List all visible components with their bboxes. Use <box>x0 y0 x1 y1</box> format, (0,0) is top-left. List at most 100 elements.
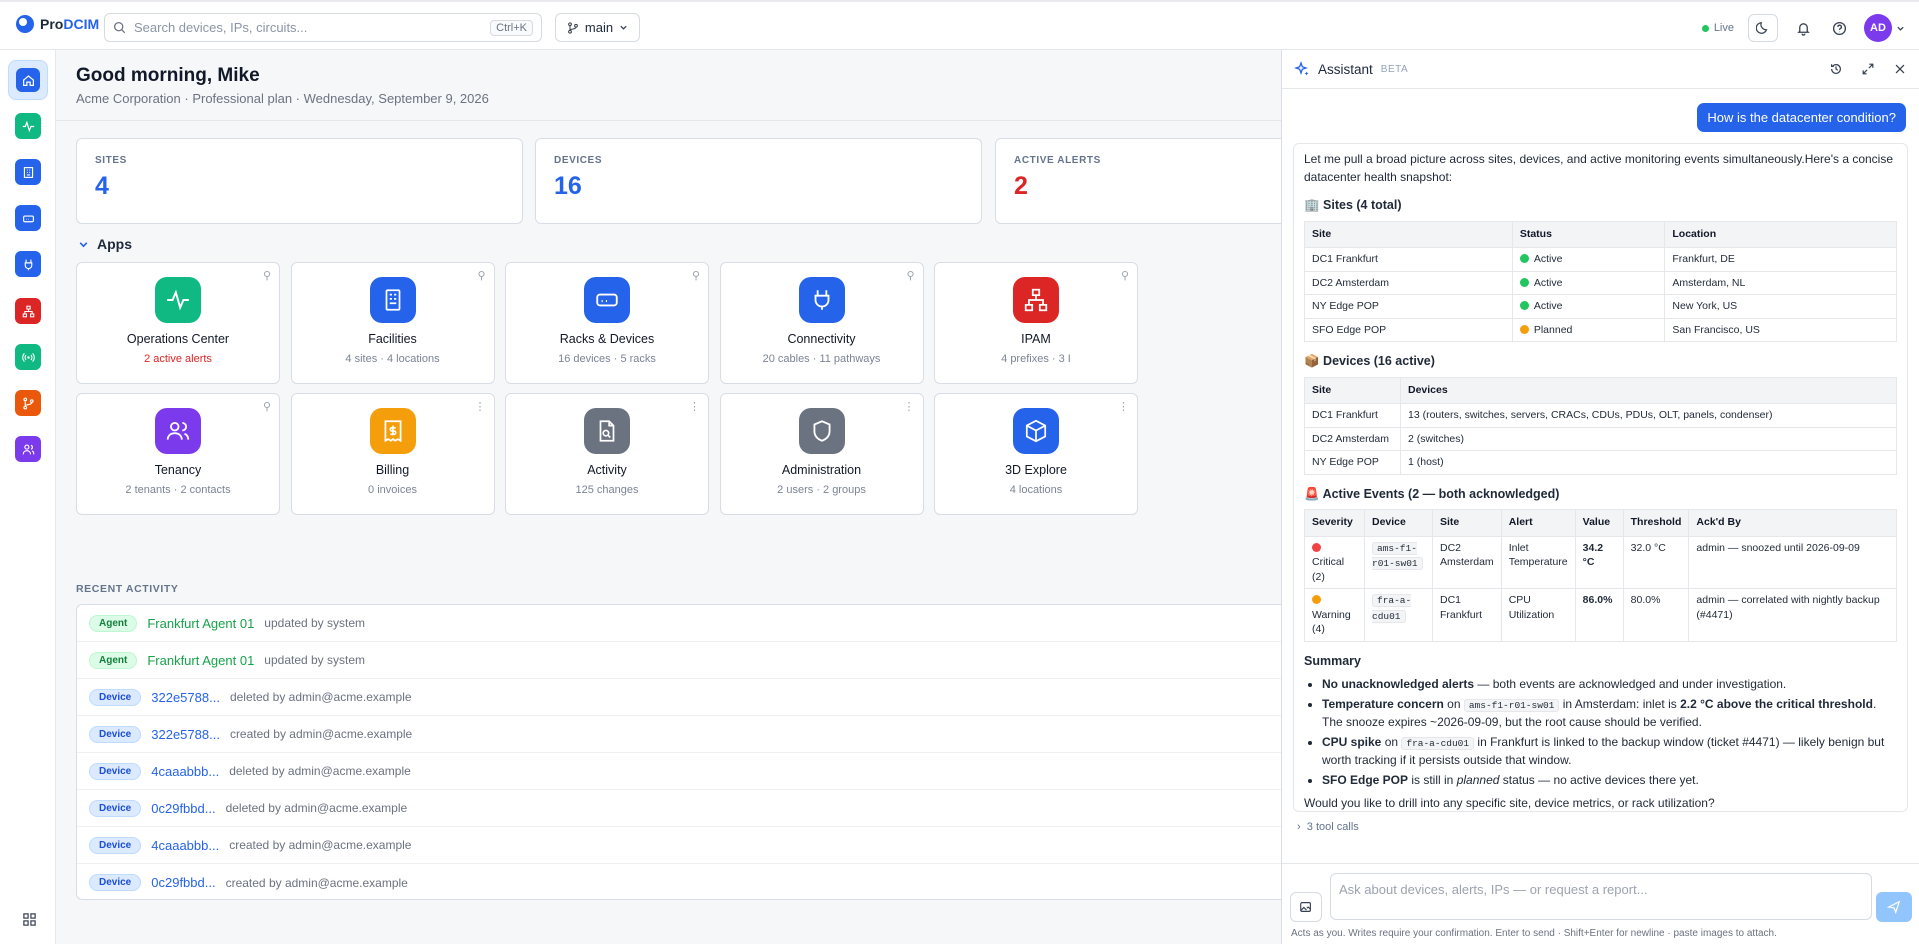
stat-value: 2 <box>1014 172 1028 200</box>
expand-icon[interactable] <box>1861 62 1875 76</box>
pin-icon[interactable]: ⚲ <box>263 400 271 413</box>
app-card-operations-center[interactable]: ⚲ Operations Center 2 active alerts <box>76 262 280 384</box>
more-vertical-icon[interactable]: ⋮ <box>689 400 700 413</box>
entity-link[interactable]: 322e5788... <box>151 727 220 742</box>
app-card-3d-explore[interactable]: ⋮ 3D Explore 4 locations <box>934 393 1138 515</box>
table-cell: DC1 Frankfurt <box>1304 247 1513 272</box>
rail-git[interactable] <box>15 390 41 416</box>
send-button[interactable] <box>1876 892 1912 922</box>
more-vertical-icon[interactable]: ⋮ <box>475 400 486 413</box>
app-card-connectivity[interactable]: ⚲ Connectivity 20 cables · 11 pathways <box>719 262 924 384</box>
entity-link[interactable]: 322e5788... <box>151 690 220 705</box>
help-circle-icon <box>1832 21 1846 35</box>
rail-all-apps[interactable] <box>16 906 42 932</box>
entity-link[interactable]: Frankfurt Agent 01 <box>147 616 254 631</box>
top-bar: Pro DCIM Search devices, IPs, circuits...… <box>0 0 1919 50</box>
more-vertical-icon[interactable]: ⋮ <box>904 400 915 413</box>
rail-home[interactable] <box>8 60 48 100</box>
pin-icon[interactable]: ⚲ <box>477 269 485 282</box>
list-item[interactable]: Device 0c29fbbd... created by admin@acme.e… <box>77 864 1281 901</box>
entity-link[interactable]: 4caaabbb... <box>151 838 219 853</box>
recent-activity-list: Agent Frankfurt Agent 01 updated by system… <box>76 604 1281 900</box>
app-logo[interactable]: Pro DCIM <box>16 15 99 33</box>
stat-card-devices[interactable]: DEVICES 16 <box>535 138 982 224</box>
stat-value: 4 <box>95 172 109 200</box>
rail-wireless[interactable] <box>15 344 41 370</box>
pin-icon[interactable]: ⚲ <box>1121 269 1129 282</box>
activity-text: deleted by admin@acme.example <box>229 690 412 704</box>
app-card-racks-devices[interactable]: ⚲ Racks & Devices 16 devices · 5 racks <box>505 262 709 384</box>
list-item: Temperature concern on ams-f1-r01-sw01 i… <box>1322 696 1897 732</box>
list-item[interactable]: Agent Frankfurt Agent 01 updated by system <box>77 642 1281 679</box>
app-card-billing[interactable]: ⋮ Billing 0 invoices <box>290 393 495 515</box>
entity-link[interactable]: 0c29fbbd... <box>151 875 215 890</box>
chevron-down-icon[interactable] <box>1896 24 1905 33</box>
rail-connectivity[interactable] <box>15 251 41 277</box>
table-row: Critical (2) ams-f1-r01-sw01 DC2 Amsterdam… <box>1304 535 1897 589</box>
message-input[interactable]: Ask about devices, alerts, IPs — or requ… <box>1330 873 1872 920</box>
app-title: Tenancy <box>154 463 202 477</box>
header-divider <box>56 120 1281 121</box>
users-icon <box>155 408 201 454</box>
type-badge: Device <box>89 799 142 817</box>
list-item[interactable]: Device 322e5788... created by admin@acme.e… <box>77 716 1281 753</box>
help-button[interactable] <box>1828 17 1850 39</box>
pin-icon[interactable]: ⚲ <box>692 269 700 282</box>
table-row: DC1 Frankfurt 13 (routers, switches, serv… <box>1304 403 1897 428</box>
table-cell: 1 (host) <box>1400 450 1897 475</box>
rail-ipam[interactable] <box>15 298 41 324</box>
close-icon[interactable] <box>1893 62 1907 76</box>
building-icon <box>23 166 33 178</box>
more-vertical-icon[interactable]: ⋮ <box>1118 400 1129 413</box>
rail-racks[interactable] <box>15 205 41 231</box>
app-subtitle: 4 prefixes · 3 I <box>1001 353 1071 365</box>
app-card-tenancy[interactable]: ⚲ Tenancy 2 tenants · 2 contacts <box>76 393 280 515</box>
list-item[interactable]: Device 4caaabbb... deleted by admin@acme.e… <box>77 753 1281 790</box>
app-card-ipam[interactable]: ⚲ IPAM 4 prefixes · 3 I <box>934 262 1138 384</box>
tool-calls-toggle[interactable]: › 3 tool calls <box>1297 821 1359 833</box>
search-placeholder: Search devices, IPs, circuits... <box>134 20 308 35</box>
branch-selector[interactable]: main <box>555 13 640 42</box>
apps-section-toggle[interactable]: Apps <box>78 236 132 252</box>
notifications-button[interactable] <box>1792 17 1814 39</box>
stat-card-alerts[interactable]: ACTIVE ALERTS 2 <box>995 138 1281 224</box>
column-header: Severity <box>1304 509 1365 537</box>
user-avatar[interactable]: AD <box>1864 14 1892 42</box>
shield-icon <box>798 408 845 454</box>
building-icon <box>369 277 416 323</box>
pin-icon[interactable]: ⚲ <box>906 269 914 282</box>
receipt-icon <box>369 408 416 454</box>
table-cell: DC2 Amsterdam <box>1432 535 1502 589</box>
brand-dcim: DCIM <box>63 16 100 32</box>
git-branch-icon <box>568 21 578 34</box>
entity-link[interactable]: 4caaabbb... <box>151 764 219 779</box>
activity-text: updated by system <box>264 653 366 667</box>
list-item[interactable]: Device 0c29fbbd... deleted by admin@acme.e… <box>77 790 1281 827</box>
pin-icon[interactable]: ⚲ <box>263 269 271 282</box>
rail-facilities[interactable] <box>15 159 41 185</box>
rail-operations[interactable] <box>15 113 41 139</box>
table-cell: DC2 Amsterdam <box>1304 426 1401 451</box>
list-item[interactable]: Agent Frankfurt Agent 01 updated by system <box>77 605 1281 642</box>
entity-link[interactable]: Frankfurt Agent 01 <box>147 653 254 668</box>
app-card-administration[interactable]: ⋮ Administration 2 users · 2 groups <box>719 393 924 515</box>
live-dot-icon <box>1701 24 1709 32</box>
chevron-down-icon <box>620 25 627 30</box>
list-item[interactable]: Device 322e5788... deleted by admin@acme.e… <box>77 679 1281 716</box>
entity-link[interactable]: 0c29fbbd... <box>151 801 215 816</box>
app-card-activity[interactable]: ⋮ Activity 125 changes <box>505 393 709 515</box>
type-badge: Device <box>89 762 142 780</box>
column-header: Devices <box>1400 376 1897 404</box>
attach-image-button[interactable] <box>1290 892 1322 922</box>
list-item[interactable]: Device 4caaabbb... created by admin@acme.e… <box>77 827 1281 864</box>
history-icon[interactable] <box>1829 62 1843 76</box>
app-card-facilities[interactable]: ⚲ Facilities 4 sites · 4 locations <box>290 262 495 384</box>
theme-toggle-button[interactable] <box>1748 14 1778 42</box>
git-branch-icon <box>22 397 34 409</box>
rail-tenancy[interactable] <box>15 436 41 462</box>
assistant-title: Assistant <box>1318 61 1373 77</box>
global-search[interactable]: Search devices, IPs, circuits... Ctrl+K <box>104 13 542 42</box>
stat-card-sites[interactable]: SITES 4 <box>76 138 523 224</box>
user-message: How is the datacenter condition? <box>1697 103 1906 132</box>
table-cell: Planned <box>1511 317 1666 342</box>
